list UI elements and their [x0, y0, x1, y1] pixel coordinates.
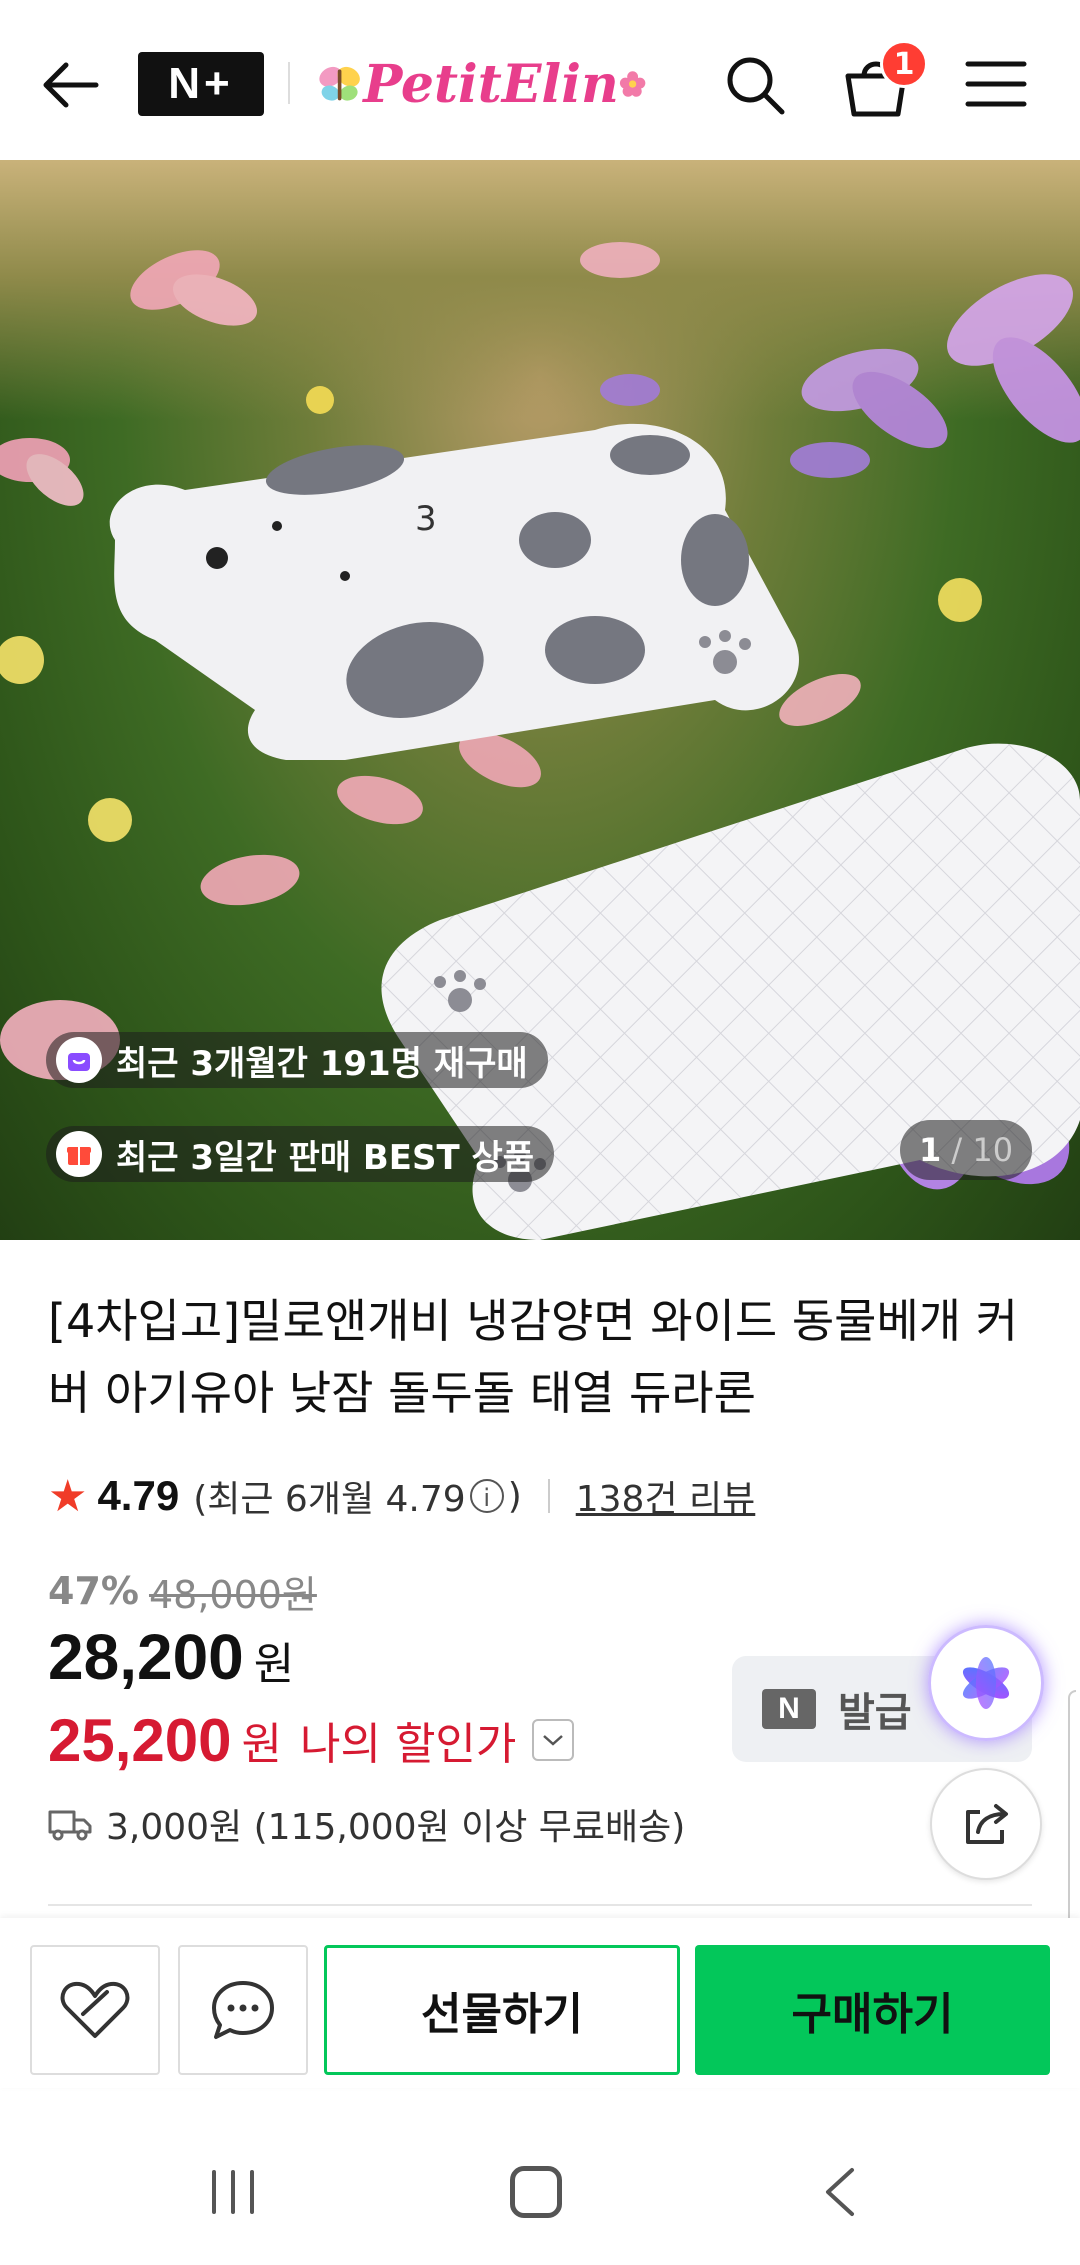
- flower-icon: [619, 71, 646, 97]
- product-title: [4차입고]밀로앤개비 냉감양면 와이드 동물베개 커버 아기유아 낮잠 돌두돌…: [48, 1294, 1019, 1420]
- header-divider: [288, 62, 290, 104]
- brand-name: PetitElin: [363, 53, 619, 115]
- brand-logo[interactable]: PetitElin: [316, 48, 646, 120]
- my-discount-price[interactable]: 25,200 원 나의 할인가: [48, 1700, 575, 1780]
- rating-row: ★ 4.79 (최근 6개월 4.79 i ) 138건 리뷰: [48, 1468, 755, 1524]
- svg-text:3: 3: [415, 499, 437, 539]
- wishlist-button[interactable]: [30, 1945, 160, 2075]
- my-price-unit: 원: [241, 1719, 282, 1770]
- sale-price-unit: 원: [253, 1639, 295, 1690]
- best-seller-text: 최근 3일간 판매 BEST 상품: [116, 1137, 535, 1178]
- spotted-pillow-illustration: 3: [109, 423, 799, 760]
- repurchase-badge: 최근 3개월간 191명 재구매: [46, 1032, 548, 1088]
- chevron-down-icon[interactable]: [532, 1719, 575, 1761]
- best-seller-badge: 최근 3일간 판매 BEST 상품: [46, 1126, 555, 1182]
- rating-divider: [547, 1479, 550, 1513]
- naver-n-icon: N: [762, 1689, 816, 1729]
- discount-rate: 47%: [48, 1569, 139, 1613]
- buy-button[interactable]: 구매하기: [695, 1945, 1050, 2075]
- home-icon[interactable]: [510, 2166, 562, 2218]
- sparkle-icon: [962, 1657, 1010, 1709]
- truck-icon: [48, 1810, 92, 1841]
- share-button[interactable]: [930, 1768, 1042, 1880]
- back-icon[interactable]: [820, 2166, 860, 2218]
- gift-button[interactable]: 선물하기: [324, 1945, 680, 2075]
- chat-bubble-icon: [212, 1981, 274, 2039]
- cart-count-badge: 1: [880, 40, 928, 88]
- butterfly-icon: [319, 66, 360, 101]
- naver-plus-logo[interactable]: N+: [138, 52, 264, 116]
- shipping-info: 3,000원 (115,000원 이상 무료배송): [48, 1796, 685, 1852]
- coupon-label: 발급: [838, 1690, 912, 1736]
- share-icon: [966, 1804, 1008, 1844]
- image-pager: 1 / 10: [900, 1120, 1032, 1180]
- recent-apps-icon[interactable]: [208, 2168, 258, 2216]
- back-arrow-icon[interactable]: [36, 50, 106, 120]
- shipping-text: 3,000원 (115,000원 이상 무료배송): [106, 1807, 686, 1848]
- gift-box-icon: [56, 1131, 102, 1177]
- heart-icon: [60, 1981, 130, 2038]
- review-count-link[interactable]: 138건 리뷰: [576, 1470, 756, 1522]
- rating-recent-suffix: ): [507, 1475, 522, 1517]
- rating-recent: (최근 6개월 4.79: [193, 1479, 466, 1520]
- search-icon[interactable]: [720, 50, 790, 120]
- my-price-label: 나의 할인가: [300, 1719, 517, 1770]
- product-image-carousel[interactable]: 3 최근 3개월간 191명 재구매 최근 3일간 판매 BEST 상품: [0, 160, 1080, 1240]
- sale-price: 28,200 원: [48, 1620, 294, 1700]
- original-price: 48,000원: [148, 1572, 317, 1617]
- repurchase-text: 최근 3개월간 191명 재구매: [116, 1043, 528, 1084]
- discount-row: 47% 48,000원: [48, 1565, 317, 1617]
- bag-icon: [56, 1037, 102, 1083]
- pager-total: 10: [972, 1131, 1014, 1169]
- star-icon: ★: [48, 1470, 88, 1522]
- pager-current: 1: [918, 1131, 942, 1169]
- info-icon[interactable]: i: [469, 1479, 504, 1513]
- sale-price-value: 28,200: [48, 1621, 244, 1693]
- menu-icon[interactable]: [964, 56, 1028, 112]
- rating-value: 4.79: [97, 1472, 180, 1519]
- my-price-value: 25,200: [48, 1706, 232, 1774]
- talk-button[interactable]: [178, 1945, 308, 2075]
- section-divider: [48, 1904, 1032, 1906]
- ai-assistant-button[interactable]: [928, 1625, 1044, 1741]
